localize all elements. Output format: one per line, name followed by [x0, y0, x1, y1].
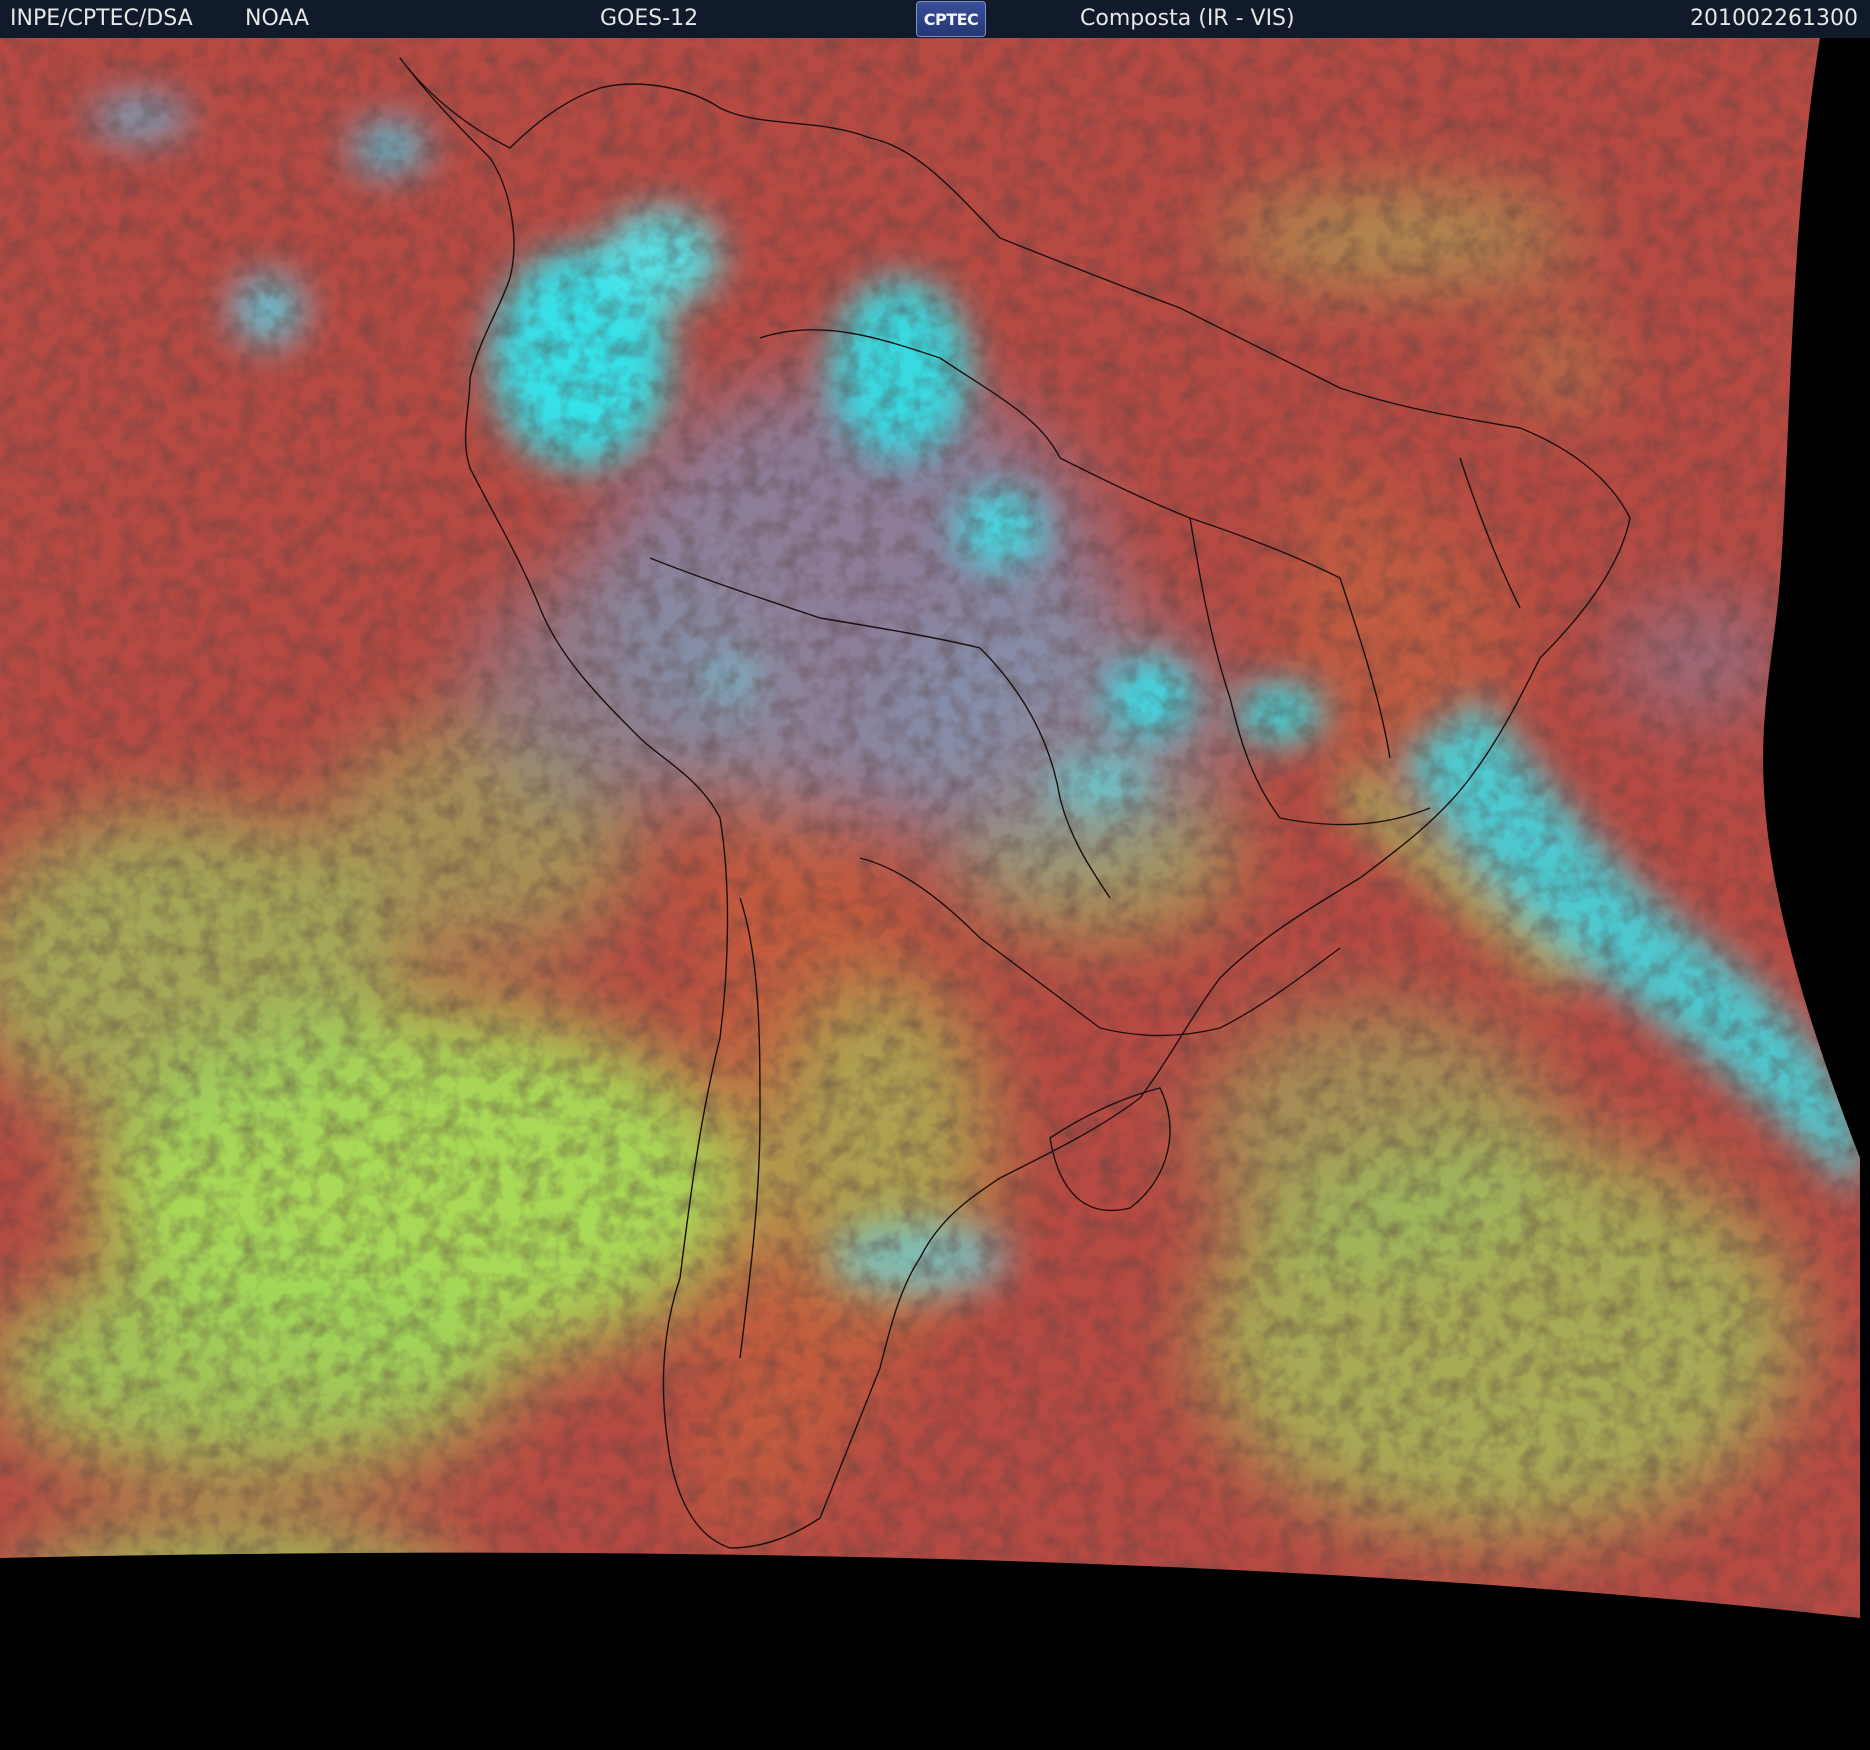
product-label: Composta (IR - VIS): [1080, 6, 1295, 31]
source-label: NOAA: [245, 6, 310, 31]
satellite-label: GOES-12: [600, 6, 699, 31]
cptec-logo-icon: CPTEC: [916, 1, 986, 37]
cloud-texture: [0, 38, 1860, 1618]
logo-text: CPTEC: [923, 9, 979, 29]
satellite-map: [0, 38, 1870, 1750]
earth-disk: [0, 38, 1860, 1618]
image-header-bar: INPE/CPTEC/DSA NOAA GOES-12 CPTEC Compos…: [0, 0, 1870, 39]
agency-label: INPE/CPTEC/DSA: [10, 6, 193, 31]
timestamp-label: 201002261300: [1690, 6, 1858, 31]
